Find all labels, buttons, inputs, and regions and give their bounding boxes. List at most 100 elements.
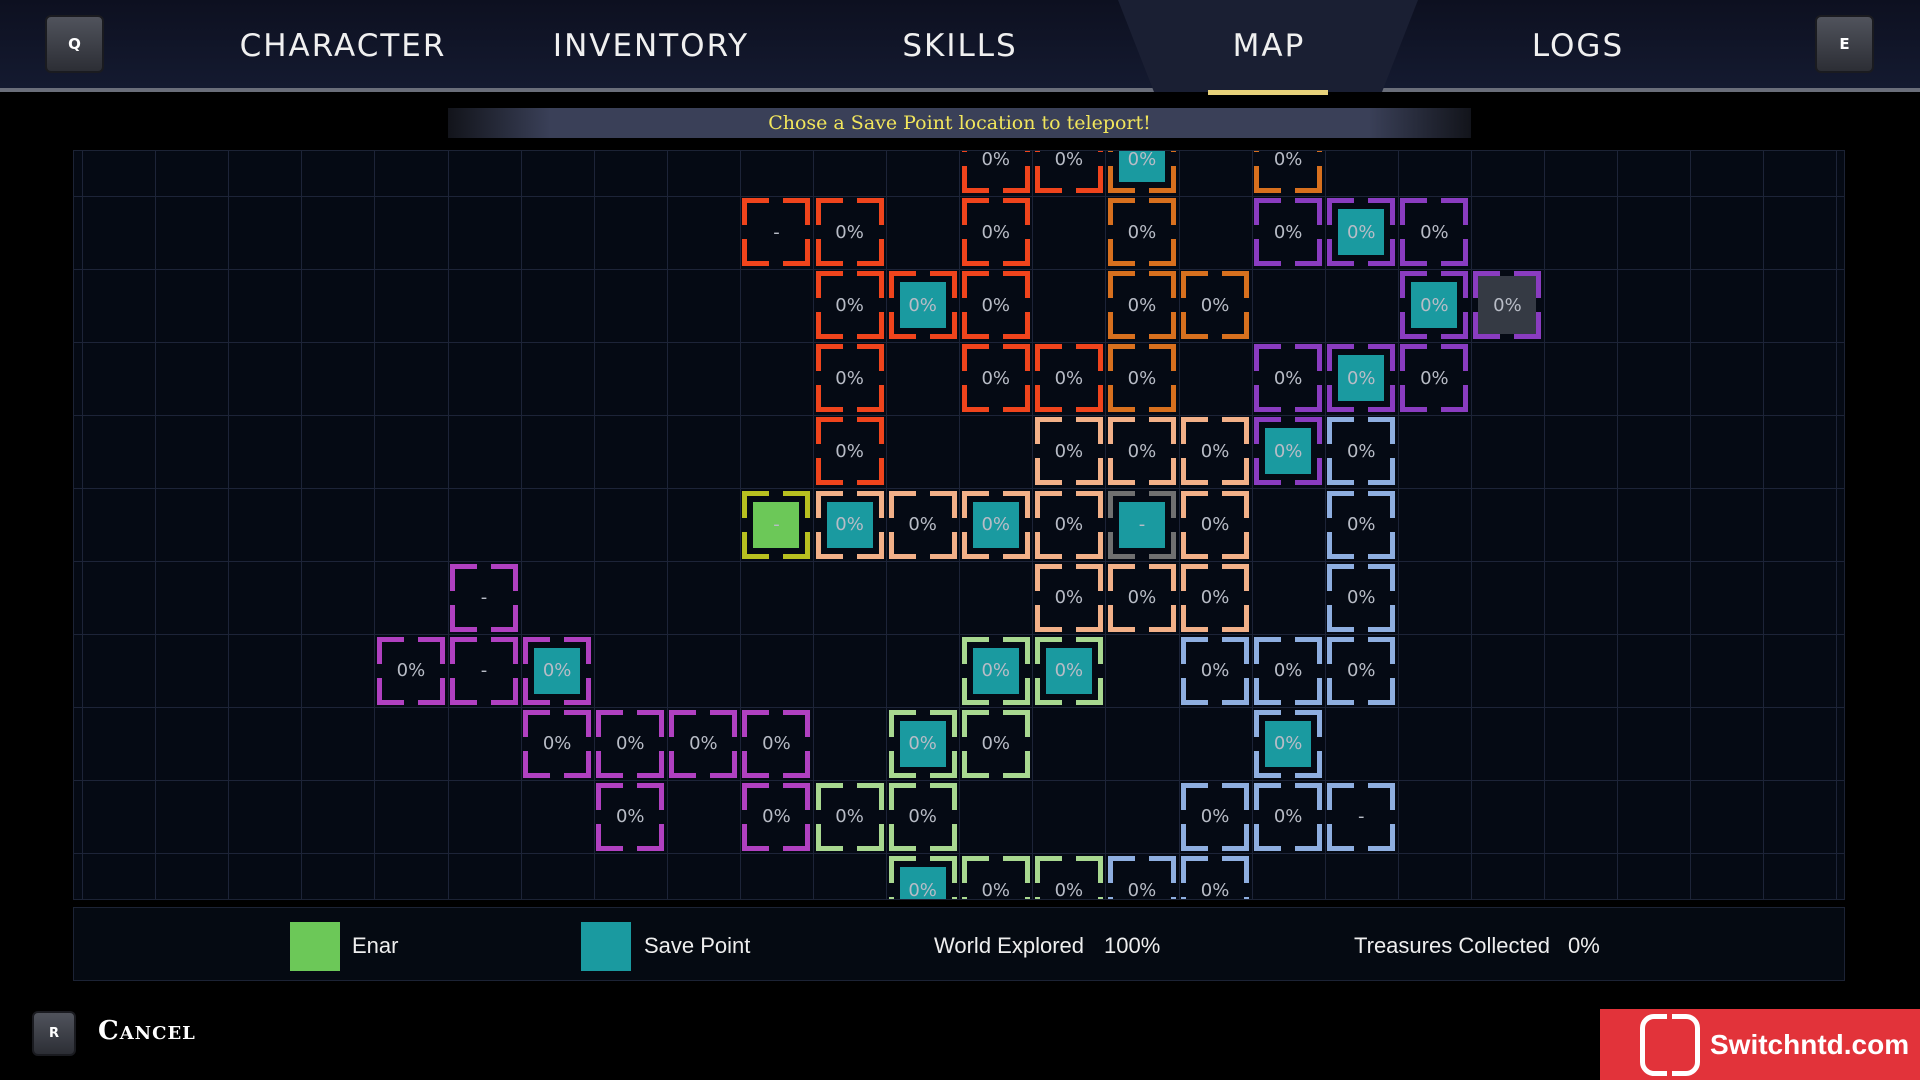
- room-door: [878, 298, 885, 313]
- room-door: [1061, 635, 1076, 642]
- room-door: [403, 635, 418, 642]
- room-door: [1033, 663, 1040, 678]
- tab-inventory[interactable]: INVENTORY: [553, 28, 749, 64]
- map-room: 0%: [1180, 781, 1251, 852]
- room-completion: 0%: [981, 879, 1011, 900]
- room-door: [1134, 480, 1149, 487]
- room-door: [1317, 736, 1324, 751]
- room-door: [951, 883, 958, 897]
- room-save-point[interactable]: 0%: [522, 635, 593, 706]
- room-door: [1390, 371, 1397, 386]
- room-save-point[interactable]: 0%: [887, 708, 958, 779]
- tab-map[interactable]: MAP: [1233, 28, 1306, 64]
- room-door: [1399, 371, 1406, 386]
- room-door: [1106, 883, 1113, 897]
- cancel-key-button[interactable]: R: [32, 1011, 76, 1056]
- map-room: 0%: [1326, 562, 1397, 633]
- room-door: [769, 845, 784, 852]
- room-door: [887, 517, 894, 532]
- room-door: [1106, 152, 1113, 166]
- room-save-point[interactable]: 0%: [1326, 343, 1397, 414]
- grid-line: [666, 151, 668, 899]
- room-door: [1317, 371, 1324, 386]
- tab-logs[interactable]: LOGS: [1532, 28, 1624, 64]
- map-room: 0%: [814, 197, 885, 268]
- room-completion: 0%: [1054, 587, 1084, 609]
- room-door: [696, 708, 711, 715]
- room-save-point[interactable]: 0%: [887, 270, 958, 341]
- map-legend: Enar Save Point World Explored 100% Trea…: [73, 907, 1845, 981]
- room-door: [1463, 298, 1470, 313]
- grid-line: [74, 414, 1844, 416]
- room-door: [769, 781, 784, 788]
- room-door: [1354, 261, 1369, 268]
- map-room: 0%: [1106, 197, 1177, 268]
- room-door: [1097, 517, 1104, 532]
- room-completion: 0%: [1200, 294, 1230, 316]
- grid-line: [1690, 151, 1692, 899]
- map-room: 0%: [1106, 343, 1177, 414]
- room-door: [1354, 197, 1369, 204]
- room-save-point[interactable]: 0%: [1106, 151, 1177, 194]
- room-door: [1134, 188, 1149, 194]
- next-tab-key-button[interactable]: E: [1815, 15, 1874, 73]
- room-save-point[interactable]: 0%: [814, 489, 885, 560]
- tab-character[interactable]: CHARACTER: [240, 28, 447, 64]
- room-door: [1427, 261, 1442, 268]
- map-room: 0%: [1033, 562, 1104, 633]
- room-door: [741, 517, 748, 532]
- room-door: [1472, 298, 1479, 313]
- room-current-location[interactable]: -: [741, 489, 812, 560]
- grid-line: [74, 195, 1844, 197]
- room-door: [1500, 270, 1515, 277]
- map-room: 0%: [1106, 270, 1177, 341]
- room-door: [1281, 845, 1296, 852]
- room-completion: 0%: [1200, 587, 1230, 609]
- room-door: [477, 626, 492, 633]
- tab-skills[interactable]: SKILLS: [902, 28, 1017, 64]
- room-door: [988, 343, 1003, 350]
- room-door: [1326, 444, 1333, 459]
- room-door: [1208, 845, 1223, 852]
- room-door: [915, 855, 930, 861]
- grid-line: [593, 151, 595, 899]
- map-room: -: [449, 635, 520, 706]
- room-door: [960, 152, 967, 166]
- map-room: 0%: [375, 635, 446, 706]
- cancel-button[interactable]: Cancel: [98, 1016, 196, 1046]
- map-room: 0%: [741, 708, 812, 779]
- room-save-point[interactable]: 0%: [960, 489, 1031, 560]
- room-door: [1463, 225, 1470, 240]
- room-door: [1253, 663, 1260, 678]
- world-map[interactable]: 0% 0% 0% 0% - 0% 0% 0% 0% 0% 0% 0% 0% 0% 0% 0% 0% 0% 0% 0% 0…: [73, 150, 1845, 900]
- room-save-point[interactable]: 0%: [887, 855, 958, 899]
- room-save-point[interactable]: 0%: [1326, 197, 1397, 268]
- world-explored-label: World Explored: [934, 933, 1084, 958]
- room-door: [1106, 225, 1113, 240]
- room-door: [878, 444, 885, 459]
- room-completion: -: [1138, 514, 1146, 535]
- room-door: [915, 772, 930, 779]
- room-door: [960, 371, 967, 386]
- room-door: [960, 517, 967, 532]
- room-door: [951, 736, 958, 751]
- room-save-point[interactable]: 0%: [1033, 635, 1104, 706]
- room-save-point[interactable]: -: [1106, 489, 1177, 560]
- room-door: [1134, 197, 1149, 204]
- room-door: [988, 772, 1003, 779]
- room-door: [1317, 809, 1324, 824]
- room-door: [1170, 590, 1177, 605]
- room-save-point[interactable]: 0%: [1253, 708, 1324, 779]
- room-door: [842, 261, 857, 268]
- room-door: [1253, 444, 1260, 459]
- room-save-point[interactable]: 0%: [960, 635, 1031, 706]
- room-completion: -: [480, 587, 488, 609]
- room-door: [915, 708, 930, 715]
- grid-line: [447, 151, 449, 899]
- room-door: [1106, 517, 1113, 532]
- room-save-point[interactable]: 0%: [1399, 270, 1470, 341]
- grid-line: [520, 151, 522, 899]
- room-save-point[interactable]: 0%: [1253, 416, 1324, 487]
- prev-tab-key-button[interactable]: Q: [45, 15, 104, 73]
- room-door: [842, 480, 857, 487]
